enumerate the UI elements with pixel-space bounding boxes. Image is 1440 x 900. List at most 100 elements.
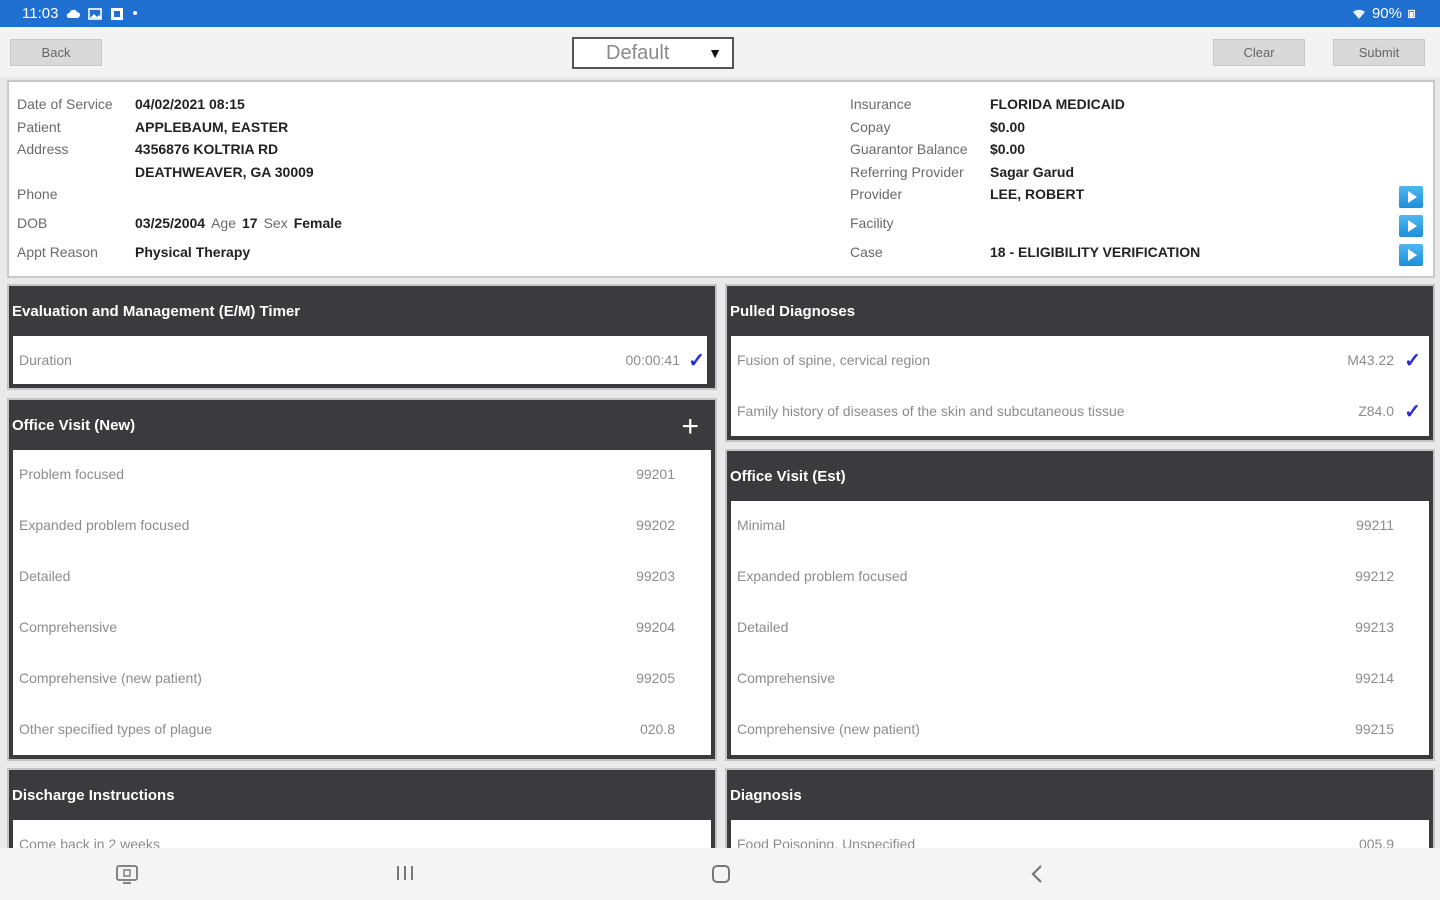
- navigation-bar: [0, 848, 1440, 900]
- address-line1-value: 4356876 KOLTRIA RD: [135, 141, 279, 157]
- list-item[interactable]: Detailed 99203: [13, 552, 711, 603]
- dob-value: 03/25/2004: [135, 215, 206, 231]
- list-item[interactable]: Expanded problem focused 99212: [731, 552, 1429, 603]
- item-code: 99201: [636, 466, 675, 482]
- item-name: Comprehensive (new patient): [737, 721, 920, 737]
- pulled-diagnoses-title: Pulled Diagnoses: [730, 302, 856, 320]
- battery-icon: [1408, 9, 1415, 18]
- appt-reason-value: Physical Therapy: [135, 244, 251, 260]
- check-icon[interactable]: ✓: [1404, 348, 1421, 373]
- item-code: 99203: [636, 568, 675, 584]
- address-label: Address: [17, 141, 69, 157]
- date-of-service-label: Date of Service: [17, 96, 113, 112]
- patient-label: Patient: [17, 119, 61, 135]
- back-nav-icon[interactable]: [1028, 863, 1046, 885]
- phone-label: Phone: [17, 186, 58, 202]
- list-item[interactable]: Comprehensive (new patient) 99205: [13, 654, 711, 705]
- copay-value: $0.00: [990, 119, 1026, 135]
- item-code: 99213: [1355, 619, 1394, 635]
- insurance-label: Insurance: [850, 96, 912, 112]
- list-item[interactable]: Comprehensive 99214: [731, 654, 1429, 705]
- provider-label: Provider: [850, 186, 903, 202]
- facility-play-icon[interactable]: [1399, 215, 1423, 237]
- item-code: 99204: [636, 619, 675, 635]
- appt-reason-label: Appt Reason: [17, 244, 98, 260]
- list-item[interactable]: Other specified types of plague 020.8: [13, 705, 711, 755]
- case-label: Case: [850, 244, 883, 260]
- item-code: 99202: [636, 517, 675, 533]
- list-item[interactable]: Family history of diseases of the skin a…: [731, 387, 1429, 436]
- referring-provider-value: Sagar Garud: [990, 164, 1075, 180]
- item-name: Family history of diseases of the skin a…: [737, 403, 1125, 419]
- clear-button[interactable]: Clear: [1213, 39, 1305, 66]
- item-code: 020.8: [639, 721, 675, 737]
- clock: 11:03: [22, 5, 59, 22]
- duration-label: Duration: [19, 352, 72, 368]
- patient-info-panel: Date of Service 04/02/2021 08:15 Patient A…: [7, 80, 1435, 278]
- case-value: 18 - ELIGIBILITY VERIFICATION: [990, 244, 1201, 260]
- list-item[interactable]: Problem focused 99201: [13, 450, 711, 501]
- item-name: Fusion of spine, cervical region: [737, 352, 930, 368]
- list-item[interactable]: Comprehensive 99204: [13, 603, 711, 654]
- referring-provider-label: Referring Provider: [850, 164, 964, 180]
- duration-row[interactable]: Duration 00:00:41 ✓: [13, 336, 707, 384]
- guarantor-balance-label: Guarantor Balance: [850, 141, 968, 157]
- item-code: 99205: [636, 670, 675, 686]
- item-name: Minimal: [737, 517, 786, 533]
- item-name: Expanded problem focused: [19, 517, 190, 533]
- item-name: Detailed: [737, 619, 789, 635]
- office-visit-new-panel: Office Visit (New) + Problem focused 99201…: [7, 398, 717, 761]
- facility-label: Facility: [850, 215, 894, 231]
- image-icon: [88, 7, 103, 20]
- item-code: 99212: [1355, 568, 1394, 584]
- age-label: Age: [211, 215, 236, 231]
- insurance-value: FLORIDA MEDICAID: [990, 96, 1125, 112]
- home-icon[interactable]: [710, 863, 732, 885]
- dot-icon: •: [132, 5, 138, 22]
- submit-button[interactable]: Submit: [1333, 39, 1425, 66]
- office-visit-new-title: Office Visit (New) +: [9, 400, 715, 450]
- dropdown-arrow-icon: ▼: [708, 45, 722, 61]
- list-item[interactable]: Expanded problem focused 99202: [13, 501, 711, 552]
- sex-value: Female: [293, 215, 342, 231]
- em-timer-title: Evaluation and Management (E/M) Timer: [12, 302, 301, 320]
- guarantor-balance-value: $0.00: [990, 141, 1026, 157]
- item-name: Comprehensive: [737, 670, 836, 686]
- item-code: Z84.0: [1358, 403, 1394, 419]
- toolbar: Back Default ▼ Clear Submit: [0, 27, 1440, 77]
- age-value: 17: [242, 215, 258, 231]
- discharge-instructions-title: Discharge Instructions: [12, 786, 175, 804]
- item-name: Problem focused: [19, 466, 125, 482]
- list-item[interactable]: Comprehensive (new patient) 99215: [731, 705, 1429, 755]
- gallery-icon: [111, 7, 124, 20]
- list-item[interactable]: Minimal 99211: [731, 501, 1429, 552]
- template-select-value: Default: [606, 41, 670, 64]
- list-item[interactable]: Fusion of spine, cervical region M43.22 ✓: [731, 336, 1429, 387]
- address-line2-value: DEATHWEAVER, GA 30009: [135, 164, 314, 180]
- item-name: Other specified types of plague: [19, 721, 213, 737]
- status-bar: 11:03 • 90%: [0, 0, 1440, 27]
- dob-label: DOB: [17, 215, 48, 231]
- office-visit-est-title: Office Visit (Est): [730, 467, 846, 485]
- office-visit-est-panel: Office Visit (Est) Minimal 99211 Expanded…: [725, 449, 1435, 761]
- provider-value: LEE, ROBERT: [990, 186, 1085, 202]
- plus-icon[interactable]: +: [681, 410, 699, 444]
- cloud-icon: [67, 9, 81, 18]
- keyboard-icon[interactable]: [115, 864, 139, 884]
- provider-play-icon[interactable]: [1399, 186, 1423, 208]
- item-code: M43.22: [1347, 352, 1394, 368]
- template-select[interactable]: Default ▼: [572, 37, 734, 69]
- back-button[interactable]: Back: [10, 39, 102, 66]
- check-icon[interactable]: ✓: [688, 348, 705, 373]
- list-item[interactable]: Detailed 99213: [731, 603, 1429, 654]
- office-visit-new-title-text: Office Visit (New): [12, 416, 136, 434]
- item-code: 99215: [1355, 721, 1394, 737]
- check-icon[interactable]: ✓: [1404, 399, 1421, 424]
- item-code: 99214: [1355, 670, 1394, 686]
- diagnosis-title: Diagnosis: [730, 786, 802, 804]
- em-timer-panel: Evaluation and Management (E/M) Timer Du…: [7, 284, 717, 390]
- case-play-icon[interactable]: [1399, 244, 1423, 266]
- recent-apps-icon[interactable]: [395, 864, 415, 882]
- duration-value: 00:00:41: [625, 352, 681, 368]
- pulled-diagnoses-panel: Pulled Diagnoses Fusion of spine, cervic…: [725, 284, 1435, 442]
